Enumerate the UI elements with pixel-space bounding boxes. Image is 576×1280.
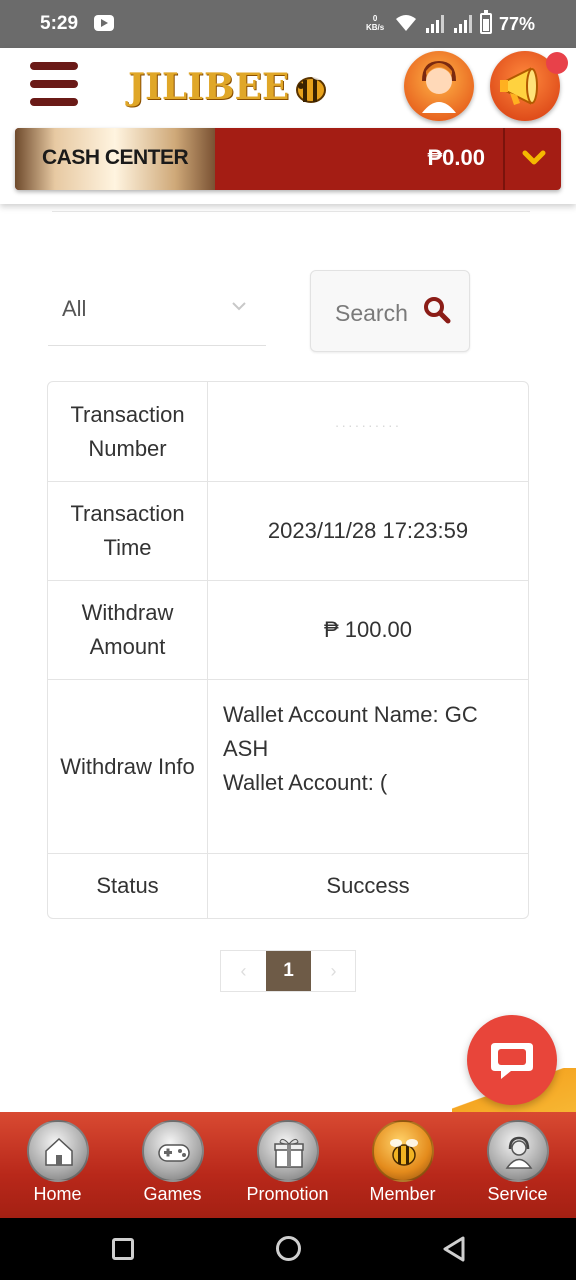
- app-header: JILIBEE CASH CENTER ₱0.00: [0, 48, 576, 204]
- bee-logo-icon: [296, 68, 327, 103]
- recent-apps-icon[interactable]: [112, 1238, 134, 1260]
- headset-agent-icon: [422, 60, 456, 113]
- previous-page-button[interactable]: ‹: [221, 951, 266, 991]
- chevron-down-icon: [232, 302, 246, 311]
- search-button[interactable]: Search: [310, 270, 470, 352]
- notification-badge: [546, 52, 568, 74]
- status-label: Status: [48, 854, 208, 918]
- chat-bubble-icon: [491, 1043, 533, 1079]
- nav-home[interactable]: Home: [0, 1120, 115, 1215]
- youtube-icon: [94, 15, 114, 31]
- divider: [52, 211, 530, 212]
- nav-promotion[interactable]: Promotion: [230, 1120, 345, 1215]
- transaction-detail-table: Transaction Number ·········· Transactio…: [47, 381, 529, 919]
- bee-icon: [390, 1139, 418, 1166]
- gift-icon: [274, 1138, 304, 1168]
- battery-icon: [480, 10, 492, 34]
- wallet-balance: ₱0.00: [427, 145, 486, 170]
- table-row: Withdraw Amount ₱ 100.00: [48, 581, 528, 680]
- nav-service[interactable]: Service: [460, 1120, 575, 1215]
- transaction-time-value: 2023/11/28 17:23:59: [267, 518, 469, 543]
- cash-center-bar[interactable]: CASH CENTER ₱0.00: [15, 128, 561, 190]
- withdraw-amount-value: ₱ 100.00: [323, 617, 413, 642]
- system-navigation-bar: [0, 1218, 576, 1280]
- network-speed: 0 KB/s: [366, 14, 385, 32]
- home-icon: [45, 1137, 73, 1166]
- status-value: Success: [326, 873, 410, 898]
- cash-center-label: CASH CENTER: [42, 146, 189, 169]
- status-filter-select[interactable]: All: [48, 270, 266, 346]
- withdraw-info-label: Withdraw Info: [48, 680, 208, 853]
- pagination: ‹ 1 ›: [220, 950, 356, 992]
- bottom-navigation: Home Games Promotion Member Service: [0, 1112, 576, 1218]
- next-page-button[interactable]: ›: [311, 951, 356, 991]
- withdraw-info-value: Wallet Account Name: GC ASH Wallet Accou…: [223, 702, 478, 795]
- chevron-down-icon[interactable]: [519, 146, 549, 170]
- nav-games[interactable]: Games: [115, 1120, 230, 1215]
- customer-support-avatar[interactable]: [404, 51, 474, 121]
- wifi-icon: [396, 15, 416, 31]
- headset-agent-icon: [505, 1136, 533, 1169]
- cash-center-tab[interactable]: CASH CENTER: [15, 128, 215, 190]
- jilibee-logo[interactable]: JILIBEE: [128, 66, 289, 108]
- hamburger-menu-icon[interactable]: [30, 62, 78, 110]
- transaction-number-label: Transaction Number: [48, 382, 208, 481]
- battery-percentage: 77%: [499, 14, 536, 34]
- page-1-button[interactable]: 1: [266, 951, 311, 991]
- gamepad-icon: [158, 1144, 190, 1162]
- back-icon[interactable]: [441, 1235, 467, 1263]
- transaction-number-value: ··········: [334, 416, 402, 433]
- table-row: Transaction Time 2023/11/28 17:23:59: [48, 482, 528, 581]
- nav-member[interactable]: Member: [345, 1120, 460, 1215]
- selected-filter: All: [62, 296, 87, 321]
- divider: [503, 128, 505, 190]
- table-row: Transaction Number ··········: [48, 382, 528, 482]
- status-bar: 5:29 0 KB/s 77%: [0, 0, 576, 48]
- home-button-icon[interactable]: [276, 1236, 301, 1261]
- search-icon: [424, 297, 451, 324]
- transaction-time-label: Transaction Time: [48, 482, 208, 580]
- signal-icon: [426, 15, 444, 33]
- signal-icon: [454, 15, 472, 33]
- live-chat-button[interactable]: [467, 1015, 557, 1105]
- search-label: Search: [335, 300, 408, 326]
- withdraw-amount-label: Withdraw Amount: [48, 581, 208, 679]
- status-time: 5:29: [40, 13, 79, 34]
- table-row: Status Success: [48, 854, 528, 918]
- table-row: Withdraw Info Wallet Account Name: GC AS…: [48, 680, 528, 854]
